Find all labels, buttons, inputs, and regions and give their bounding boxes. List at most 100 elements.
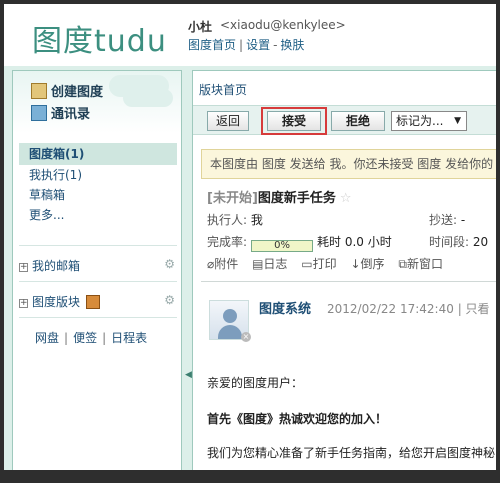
dropdown-arrow-icon: ▼ xyxy=(454,116,461,126)
logo[interactable]: 图度tudu xyxy=(32,16,167,60)
progress-bar: 0% xyxy=(251,240,314,252)
toolbar: 返回 接受 拒绝 标记为... ▼ xyxy=(193,105,496,135)
create-tudu-label: 创建图度 xyxy=(51,85,104,100)
log-label: 日志 xyxy=(263,257,288,271)
sidebar-item-mailbox[interactable]: + 我的邮箱 xyxy=(19,257,80,274)
collapse-arrow-icon[interactable]: ◀ xyxy=(185,370,192,380)
print-label: 打印 xyxy=(312,257,337,271)
gear-icon[interactable]: ⚙ xyxy=(164,293,175,307)
board-icon xyxy=(86,295,101,309)
post-author[interactable]: 图度系统 xyxy=(259,298,311,317)
skin-link[interactable]: 换肤 xyxy=(280,38,304,52)
attachment-label: 附件 xyxy=(214,257,239,271)
divider xyxy=(19,317,177,318)
task-status: [未开始] xyxy=(207,191,258,206)
contacts-button[interactable]: 通讯录 xyxy=(31,103,90,122)
logo-en: tudu xyxy=(94,24,167,59)
contacts-label: 通讯录 xyxy=(51,107,91,122)
bottom-links: 网盘 | 便签 | 日程表 xyxy=(35,329,147,346)
main-panel: 版块首页 返回 接受 拒绝 标记为... ▼ 本图度由 图度 发送给 我。你还未… xyxy=(192,70,496,470)
executor-value: 我 xyxy=(250,213,263,227)
avatar[interactable]: × xyxy=(209,300,251,342)
time-spent: 耗时 0.0 小时 xyxy=(317,235,392,249)
separator: | xyxy=(102,331,107,345)
separator: - xyxy=(273,38,278,52)
expand-icon[interactable]: + xyxy=(19,263,28,272)
time-range-value: 20 xyxy=(472,235,489,249)
sidebar-item-more[interactable]: 更多... xyxy=(19,205,177,225)
back-button[interactable]: 返回 xyxy=(207,111,249,131)
reject-button[interactable]: 拒绝 xyxy=(331,111,385,131)
header: 图度tudu 小杜 <xiaodu@kenkylee> 图度首页 | 设置 - 换肤 xyxy=(4,4,496,66)
home-link[interactable]: 图度首页 xyxy=(188,38,236,52)
splitter[interactable] xyxy=(182,70,190,470)
contacts-icon xyxy=(31,105,47,121)
window-frame: 图度tudu 小杜 <xiaodu@kenkylee> 图度首页 | 设置 - 换肤 创… xyxy=(0,0,500,483)
user-email: <xiaodu@kenkylee> xyxy=(220,18,346,32)
mark-as-value: 标记为... xyxy=(396,114,444,128)
divider xyxy=(19,281,177,282)
gear-icon[interactable]: ⚙ xyxy=(164,257,175,271)
post-greeting: 亲爱的图度用户： xyxy=(207,376,304,390)
sidebar-item-boards[interactable]: + 图度版块 xyxy=(19,293,101,310)
sidebar: 创建图度 通讯录 图度箱(1) 我执行(1) 草稿箱 更多... + 我的邮箱 ⚙… xyxy=(12,70,182,470)
user-name: 小杜 xyxy=(188,20,213,34)
sidebar-item-inbox[interactable]: 图度箱(1) xyxy=(19,143,177,165)
executor-field: 执行人: 我 xyxy=(207,211,263,228)
divider xyxy=(19,245,177,246)
user-links: 图度首页 | 设置 - 换肤 xyxy=(188,36,304,53)
app: 图度tudu 小杜 <xiaodu@kenkylee> 图度首页 | 设置 - 换肤 创… xyxy=(4,4,496,470)
time-range-label: 时间段: xyxy=(429,235,470,249)
new-window-label: 新窗口 xyxy=(406,257,443,271)
create-tudu-button[interactable]: 创建图度 xyxy=(31,81,103,100)
quick-actions: 创建图度 通讯录 xyxy=(13,71,181,133)
reverse-order-link[interactable]: ↓倒序 xyxy=(350,257,384,271)
cc-field: 抄送: - xyxy=(429,211,465,228)
post: × 图度系统 2012/02/22 17:42:40 | 只看 亲爱的图度用户：… xyxy=(201,281,496,470)
sidebar-item-drafts[interactable]: 草稿箱 xyxy=(19,185,177,205)
down-arrow-icon: ↓ xyxy=(350,257,361,271)
settings-link[interactable]: 设置 xyxy=(246,38,270,52)
notice-banner: 本图度由 图度 发送给 我。你还未接受 图度 发给你的 xyxy=(201,149,496,179)
new-window-link[interactable]: ⧉新窗口 xyxy=(398,257,443,271)
boards-label: 图度版块 xyxy=(32,295,81,309)
post-welcome: 首先《图度》热诚欢迎您的加入！ xyxy=(207,412,388,426)
log-icon: ▤ xyxy=(252,257,264,271)
task-actions: ⌀附件 ▤日志 ▭打印 ↓倒序 ⧉新窗口 xyxy=(207,255,453,272)
attachment-link[interactable]: ⌀附件 xyxy=(207,257,238,271)
completion-label: 完成率: xyxy=(207,235,248,249)
folder-list: 图度箱(1) 我执行(1) 草稿箱 更多... xyxy=(19,143,177,225)
new-window-icon: ⧉ xyxy=(398,257,407,271)
cc-label: 抄送: xyxy=(429,213,458,227)
cloud-decoration xyxy=(123,89,173,107)
netdisk-link[interactable]: 网盘 xyxy=(35,331,59,345)
print-link[interactable]: ▭打印 xyxy=(301,257,336,271)
calendar-link[interactable]: 日程表 xyxy=(111,331,147,345)
expand-icon[interactable]: + xyxy=(19,299,28,308)
reverse-order-label: 倒序 xyxy=(360,257,385,271)
task-title: [未开始]图度新手任务 ☆ xyxy=(207,187,352,206)
separator: | xyxy=(239,38,244,52)
accept-button[interactable]: 接受 xyxy=(267,111,321,131)
print-icon: ▭ xyxy=(301,257,313,271)
avatar-body xyxy=(218,325,242,339)
sidebar-item-todo[interactable]: 我执行(1) xyxy=(19,165,177,185)
breadcrumb[interactable]: 版块首页 xyxy=(199,81,247,98)
separator: | xyxy=(64,331,69,345)
create-icon xyxy=(31,83,47,99)
log-link[interactable]: ▤日志 xyxy=(252,257,287,271)
offline-badge-icon: × xyxy=(241,332,251,342)
time-range-field: 时间段: 20 xyxy=(429,233,488,250)
logo-cn: 图度 xyxy=(32,24,94,59)
avatar-head xyxy=(223,309,237,323)
executor-label: 执行人: xyxy=(207,213,248,227)
completion-field: 完成率: 0% 耗时 0.0 小时 xyxy=(207,233,392,252)
post-body: 我们为您精心准备了新手任务指南，给您开启图度神秘 xyxy=(207,446,496,460)
post-time: 2012/02/22 17:42:40 | 只看 xyxy=(327,302,490,316)
star-icon[interactable]: ☆ xyxy=(340,191,352,206)
task-name: 图度新手任务 xyxy=(257,191,336,206)
notes-link[interactable]: 便签 xyxy=(73,331,97,345)
cc-value: - xyxy=(460,213,466,227)
mailbox-label: 我的邮箱 xyxy=(32,259,81,273)
mark-as-select[interactable]: 标记为... ▼ xyxy=(391,111,467,131)
